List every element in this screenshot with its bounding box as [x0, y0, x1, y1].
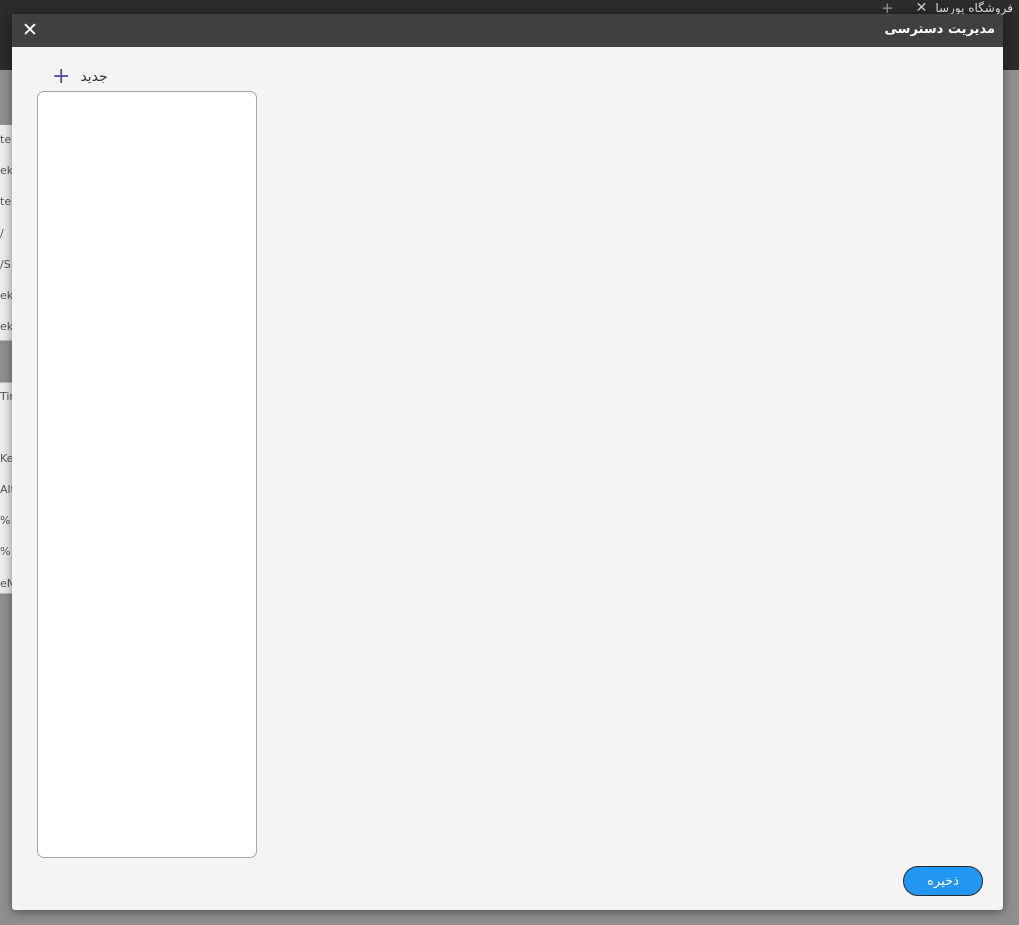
dialog-title: مدیریت دسترسی — [884, 22, 995, 37]
close-icon[interactable]: ✕ — [20, 19, 40, 41]
role-list[interactable] — [37, 91, 257, 858]
background-text: % — [0, 545, 11, 558]
background-text: % — [0, 514, 11, 527]
plus-icon: + — [52, 64, 71, 89]
dialog-header: مدیریت دسترسی ✕ — [12, 14, 1003, 47]
background-text: eN — [0, 577, 12, 590]
access-management-dialog: مدیریت دسترسی ✕ جدید + ذخیره — [12, 14, 1003, 910]
background-text: ek — [0, 320, 12, 333]
background-text: ek — [0, 289, 12, 302]
new-role-label: جدید — [80, 69, 108, 85]
background-text: Key — [0, 452, 12, 465]
tab-title: فروشگاه یورسا — [935, 1, 1013, 15]
new-role-button[interactable]: جدید + — [52, 66, 108, 88]
background-text: Tim — [0, 390, 12, 403]
background-text: Alt — [0, 483, 12, 496]
background-text: ek — [0, 164, 12, 177]
background-text: te — [0, 133, 12, 146]
save-button[interactable]: ذخیره — [903, 866, 983, 896]
background-text: /S — [0, 258, 11, 271]
background-text: te — [0, 195, 12, 208]
background-text: / — [0, 227, 4, 240]
